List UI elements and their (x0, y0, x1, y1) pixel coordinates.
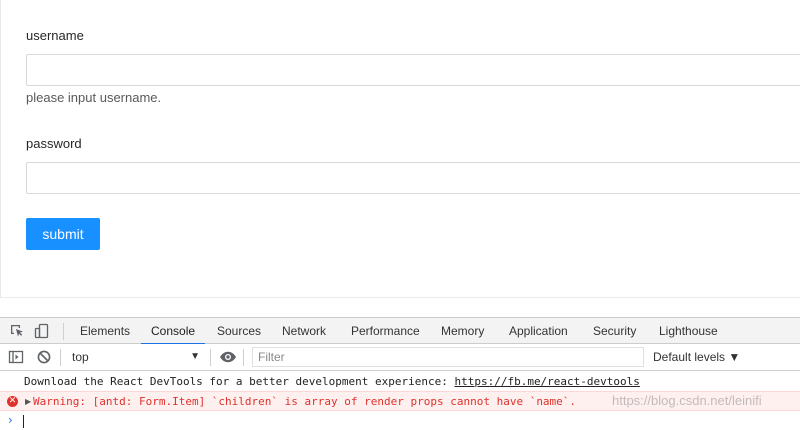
password-label: password (26, 136, 82, 151)
expand-triangle-icon[interactable]: ▶ (25, 392, 31, 412)
react-devtools-link[interactable]: https://fb.me/react-devtools (454, 375, 639, 388)
console-filter-input[interactable] (252, 347, 644, 367)
console-toolbar: top ▼ Default levels ▼ (0, 344, 800, 371)
toolbar-divider (60, 349, 61, 366)
devtools-tab-bar: Elements Console Sources Network Perform… (0, 317, 800, 345)
prompt-chevron-icon: › (8, 413, 13, 427)
chevron-down-icon: ▼ (190, 351, 200, 362)
tab-console[interactable]: Console (140, 318, 206, 345)
tab-network[interactable]: Network (282, 318, 326, 344)
devtools-panel: Elements Console Sources Network Perform… (0, 317, 800, 430)
page-form-area: username please input username. password… (0, 0, 800, 298)
tab-elements[interactable]: Elements (80, 318, 130, 344)
clear-console-icon[interactable] (36, 349, 52, 365)
console-info-message: Download the React DevTools for a better… (0, 373, 800, 391)
context-value: top (72, 350, 89, 364)
tab-security[interactable]: Security (593, 318, 636, 344)
context-select[interactable]: top ▼ (66, 347, 206, 367)
username-label: username (26, 28, 84, 43)
tab-lighthouse[interactable]: Lighthouse (659, 318, 718, 344)
toolbar-divider (243, 349, 244, 366)
tab-sources[interactable]: Sources (217, 318, 261, 344)
error-message-text: Warning: [antd: Form.Item] `children` is… (33, 395, 577, 408)
submit-button[interactable]: submit (26, 218, 100, 250)
tab-performance[interactable]: Performance (351, 318, 420, 344)
password-input[interactable] (26, 162, 800, 194)
tab-application[interactable]: Application (509, 318, 568, 344)
username-help-text: please input username. (26, 90, 162, 105)
tab-memory[interactable]: Memory (441, 318, 484, 344)
username-input[interactable] (26, 54, 800, 86)
toolbar-divider (210, 349, 211, 366)
toolbar-divider (63, 323, 64, 340)
console-prompt-line[interactable]: › (0, 412, 800, 430)
info-message-text: Download the React DevTools for a better… (24, 375, 455, 388)
error-icon: ✕ (7, 396, 18, 407)
sidebar-toggle-icon[interactable] (8, 349, 24, 365)
watermark-text: https://blog.csdn.net/leinifi (612, 393, 762, 408)
inspect-element-icon[interactable] (9, 323, 25, 339)
default-levels-dropdown[interactable]: Default levels ▼ (653, 347, 740, 367)
text-cursor (23, 415, 24, 428)
device-toolbar-icon[interactable] (34, 323, 50, 339)
eye-icon[interactable] (219, 349, 237, 365)
